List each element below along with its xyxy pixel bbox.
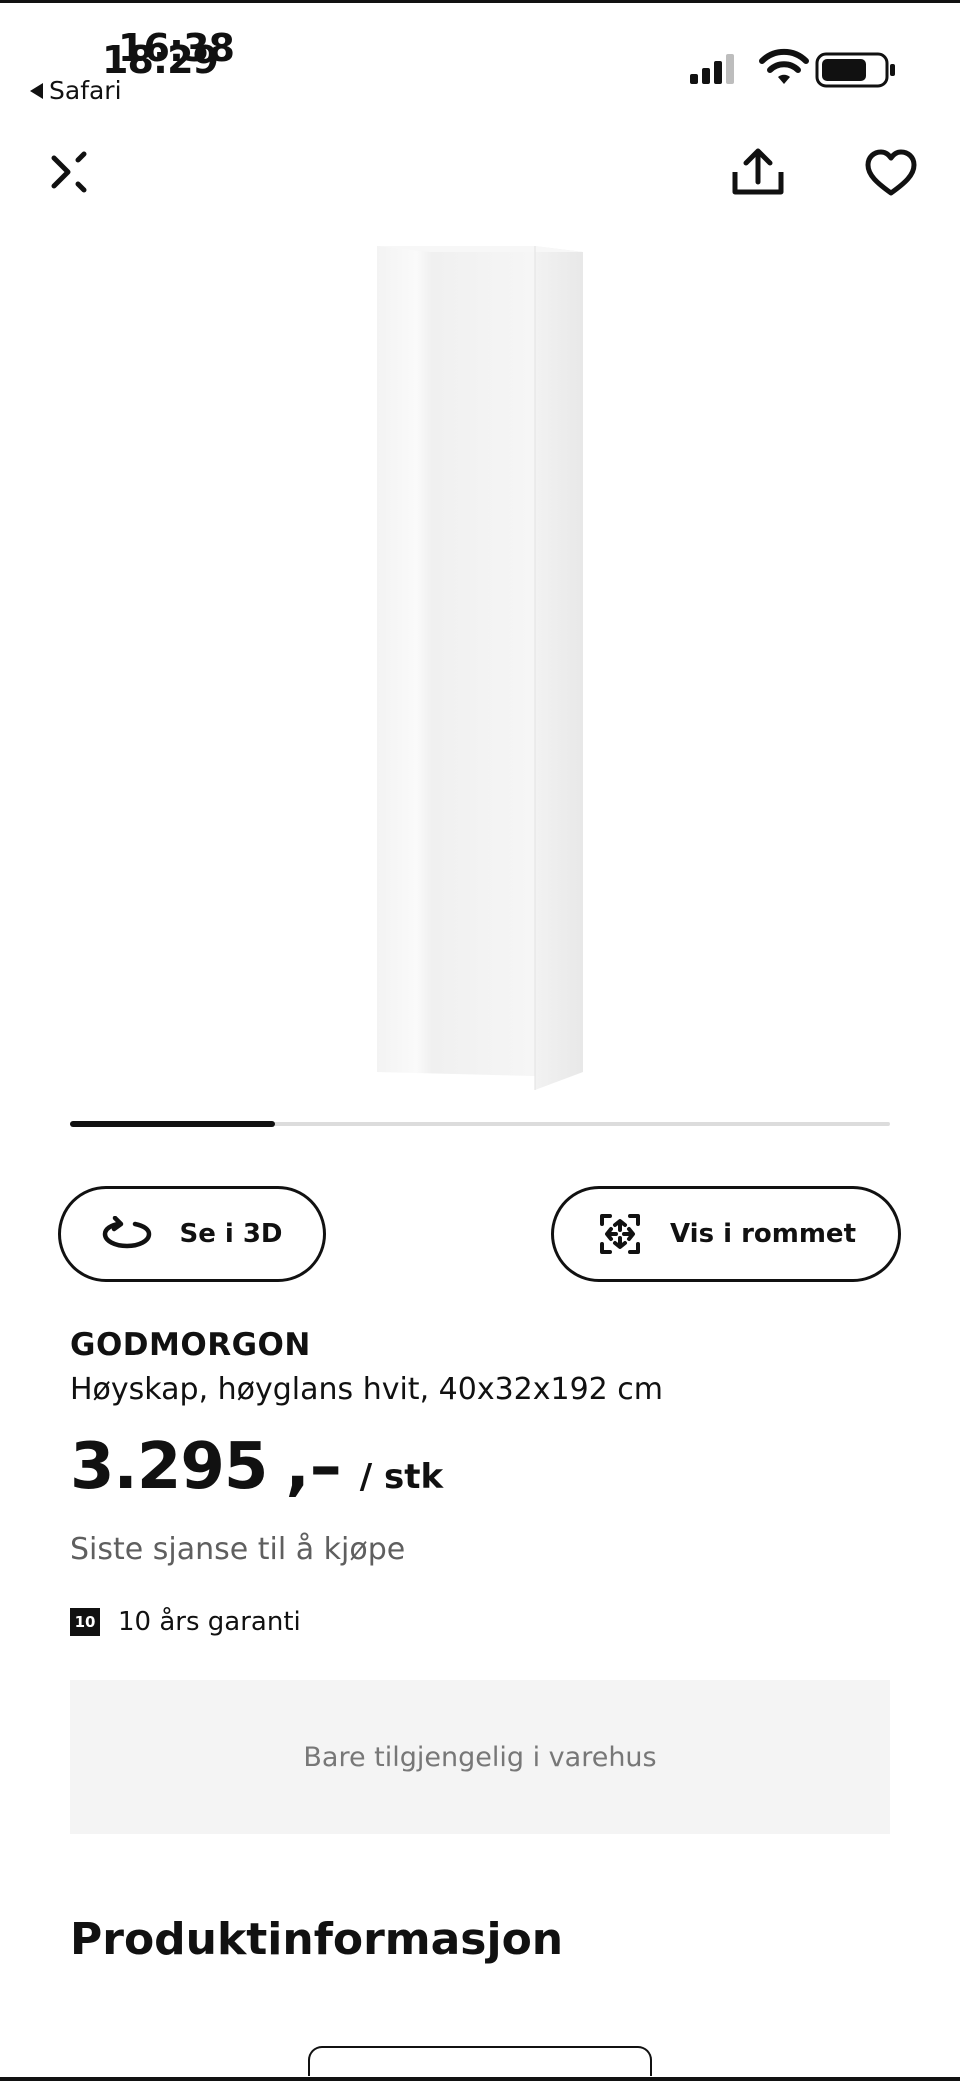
- warranty-text: 10 års garanti: [118, 1607, 301, 1637]
- price-row: 3.295 ,– / stk: [70, 1430, 443, 1504]
- warranty-badge-icon: 10: [70, 1608, 100, 1636]
- view-3d-label: Se i 3D: [179, 1219, 283, 1249]
- close-collapse-icon: [51, 151, 87, 193]
- bottom-sheet-handle[interactable]: [308, 2046, 652, 2076]
- warranty-row: 10 10 års garanti: [70, 1607, 301, 1637]
- favorite-button[interactable]: [862, 146, 920, 202]
- product-name: GODMORGON: [70, 1327, 311, 1363]
- status-bar: 16:38 18:29 Safari: [0, 0, 960, 110]
- screen-frame-bottom: [0, 2077, 960, 2081]
- product-info-heading[interactable]: Produktinformasjon: [70, 1914, 563, 1965]
- cellular-signal-icon: [690, 54, 734, 84]
- view-in-room-button[interactable]: Vis i rommet: [551, 1186, 901, 1282]
- battery-icon: [815, 52, 895, 88]
- view-in-room-label: Vis i rommet: [670, 1219, 856, 1249]
- carousel-progress: [70, 1121, 275, 1127]
- price-value: 3.295: [70, 1430, 268, 1504]
- view-3d-button[interactable]: Se i 3D: [58, 1186, 326, 1282]
- close-button[interactable]: [48, 150, 92, 194]
- wifi-icon: [759, 48, 809, 84]
- back-arrow-icon: [30, 82, 43, 99]
- share-button[interactable]: [728, 146, 788, 202]
- share-icon: [732, 148, 784, 195]
- cabinet-illustration: [377, 246, 583, 1090]
- image-carousel-indicator: [70, 1121, 890, 1127]
- price-unit: / stk: [359, 1457, 444, 1497]
- status-note: Siste sjanse til å kjøpe: [70, 1532, 406, 1567]
- product-image[interactable]: [0, 230, 960, 1110]
- back-app-label: Safari: [49, 76, 122, 105]
- price-suffix: ,–: [285, 1430, 342, 1504]
- availability-panel: Bare tilgjengelig i varehus: [70, 1680, 890, 1834]
- product-description: Høyskap, høyglans hvit, 40x32x192 cm: [70, 1372, 664, 1407]
- back-to-app[interactable]: Safari: [30, 76, 122, 105]
- rotate-3d-icon: [103, 1216, 152, 1249]
- availability-text: Bare tilgjengelig i varehus: [303, 1741, 657, 1773]
- heart-icon: [865, 149, 917, 196]
- augmented-reality-icon: [600, 1214, 640, 1254]
